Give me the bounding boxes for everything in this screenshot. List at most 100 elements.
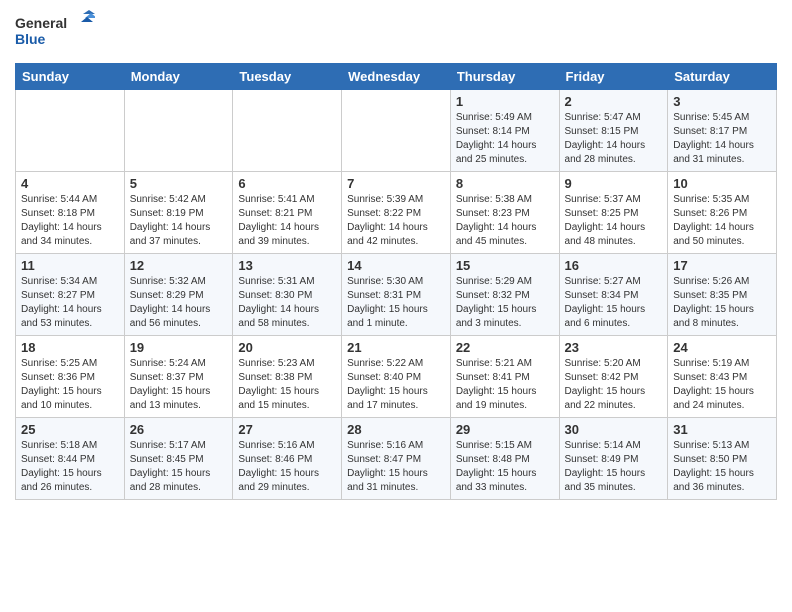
calendar-cell: 19 Sunrise: 5:24 AM Sunset: 8:37 PM Dayli… bbox=[124, 336, 233, 418]
logo: General Blue bbox=[15, 10, 95, 55]
calendar-cell: 31 Sunrise: 5:13 AM Sunset: 8:50 PM Dayli… bbox=[668, 418, 777, 500]
day-number: 31 bbox=[673, 422, 771, 437]
week-row-5: 25 Sunrise: 5:18 AM Sunset: 8:44 PM Dayli… bbox=[16, 418, 777, 500]
day-info: Sunrise: 5:37 AM Sunset: 8:25 PM Dayligh… bbox=[565, 193, 663, 249]
day-info: Sunrise: 5:18 AM Sunset: 8:44 PM Dayligh… bbox=[21, 439, 119, 495]
day-header-monday: Monday bbox=[124, 64, 233, 90]
day-info: Sunrise: 5:35 AM Sunset: 8:26 PM Dayligh… bbox=[673, 193, 771, 249]
day-info: Sunrise: 5:44 AM Sunset: 8:18 PM Dayligh… bbox=[21, 193, 119, 249]
calendar-cell: 22 Sunrise: 5:21 AM Sunset: 8:41 PM Dayli… bbox=[450, 336, 559, 418]
calendar-cell: 29 Sunrise: 5:15 AM Sunset: 8:48 PM Dayli… bbox=[450, 418, 559, 500]
day-info: Sunrise: 5:25 AM Sunset: 8:36 PM Dayligh… bbox=[21, 357, 119, 413]
day-info: Sunrise: 5:49 AM Sunset: 8:14 PM Dayligh… bbox=[456, 111, 554, 167]
day-header-thursday: Thursday bbox=[450, 64, 559, 90]
calendar-cell bbox=[342, 90, 451, 172]
calendar-cell: 26 Sunrise: 5:17 AM Sunset: 8:45 PM Dayli… bbox=[124, 418, 233, 500]
calendar-cell: 11 Sunrise: 5:34 AM Sunset: 8:27 PM Dayli… bbox=[16, 254, 125, 336]
day-number: 28 bbox=[347, 422, 445, 437]
calendar-cell: 14Sunrise: 5:30 AM Sunset: 8:31 PM Dayli… bbox=[342, 254, 451, 336]
calendar-cell: 7 Sunrise: 5:39 AM Sunset: 8:22 PM Daylig… bbox=[342, 172, 451, 254]
calendar-cell: 28 Sunrise: 5:16 AM Sunset: 8:47 PM Dayli… bbox=[342, 418, 451, 500]
day-number: 3 bbox=[673, 94, 771, 109]
day-number: 26 bbox=[130, 422, 228, 437]
day-header-saturday: Saturday bbox=[668, 64, 777, 90]
day-header-tuesday: Tuesday bbox=[233, 64, 342, 90]
calendar-cell: 6Sunrise: 5:41 AM Sunset: 8:21 PM Daylig… bbox=[233, 172, 342, 254]
day-header-sunday: Sunday bbox=[16, 64, 125, 90]
day-info: Sunrise: 5:21 AM Sunset: 8:41 PM Dayligh… bbox=[456, 357, 554, 413]
day-number: 2 bbox=[565, 94, 663, 109]
day-info: Sunrise: 5:23 AM Sunset: 8:38 PM Dayligh… bbox=[238, 357, 336, 413]
calendar-cell: 5 Sunrise: 5:42 AM Sunset: 8:19 PM Daylig… bbox=[124, 172, 233, 254]
calendar-cell: 18 Sunrise: 5:25 AM Sunset: 8:36 PM Dayli… bbox=[16, 336, 125, 418]
day-number: 24 bbox=[673, 340, 771, 355]
calendar-cell: 13Sunrise: 5:31 AM Sunset: 8:30 PM Dayli… bbox=[233, 254, 342, 336]
day-info: Sunrise: 5:42 AM Sunset: 8:19 PM Dayligh… bbox=[130, 193, 228, 249]
day-info: Sunrise: 5:39 AM Sunset: 8:22 PM Dayligh… bbox=[347, 193, 445, 249]
day-number: 21 bbox=[347, 340, 445, 355]
day-number: 12 bbox=[130, 258, 228, 273]
calendar-cell: 16Sunrise: 5:27 AM Sunset: 8:34 PM Dayli… bbox=[559, 254, 668, 336]
day-info: Sunrise: 5:27 AM Sunset: 8:34 PM Dayligh… bbox=[565, 275, 663, 331]
day-number: 23 bbox=[565, 340, 663, 355]
calendar-cell: 1 Sunrise: 5:49 AM Sunset: 8:14 PM Daylig… bbox=[450, 90, 559, 172]
calendar-cell: 8Sunrise: 5:38 AM Sunset: 8:23 PM Daylig… bbox=[450, 172, 559, 254]
day-number: 20 bbox=[238, 340, 336, 355]
calendar-cell: 20 Sunrise: 5:23 AM Sunset: 8:38 PM Dayli… bbox=[233, 336, 342, 418]
calendar-cell bbox=[124, 90, 233, 172]
day-info: Sunrise: 5:29 AM Sunset: 8:32 PM Dayligh… bbox=[456, 275, 554, 331]
day-number: 18 bbox=[21, 340, 119, 355]
day-number: 9 bbox=[565, 176, 663, 191]
calendar-table: SundayMondayTuesdayWednesdayThursdayFrid… bbox=[15, 63, 777, 500]
calendar-cell: 9 Sunrise: 5:37 AM Sunset: 8:25 PM Daylig… bbox=[559, 172, 668, 254]
day-number: 8 bbox=[456, 176, 554, 191]
calendar-cell: 15 Sunrise: 5:29 AM Sunset: 8:32 PM Dayli… bbox=[450, 254, 559, 336]
day-info: Sunrise: 5:14 AM Sunset: 8:49 PM Dayligh… bbox=[565, 439, 663, 495]
day-number: 14 bbox=[347, 258, 445, 273]
day-info: Sunrise: 5:47 AM Sunset: 8:15 PM Dayligh… bbox=[565, 111, 663, 167]
day-number: 7 bbox=[347, 176, 445, 191]
calendar-cell: 10Sunrise: 5:35 AM Sunset: 8:26 PM Dayli… bbox=[668, 172, 777, 254]
day-info: Sunrise: 5:45 AM Sunset: 8:17 PM Dayligh… bbox=[673, 111, 771, 167]
day-number: 5 bbox=[130, 176, 228, 191]
day-number: 30 bbox=[565, 422, 663, 437]
day-info: Sunrise: 5:19 AM Sunset: 8:43 PM Dayligh… bbox=[673, 357, 771, 413]
day-number: 27 bbox=[238, 422, 336, 437]
day-header-friday: Friday bbox=[559, 64, 668, 90]
page-container: General Blue SundayMondayTuesdayWednesda… bbox=[0, 0, 792, 510]
calendar-cell: 17Sunrise: 5:26 AM Sunset: 8:35 PM Dayli… bbox=[668, 254, 777, 336]
svg-text:Blue: Blue bbox=[15, 31, 46, 47]
week-row-4: 18 Sunrise: 5:25 AM Sunset: 8:36 PM Dayli… bbox=[16, 336, 777, 418]
calendar-cell: 21 Sunrise: 5:22 AM Sunset: 8:40 PM Dayli… bbox=[342, 336, 451, 418]
day-info: Sunrise: 5:13 AM Sunset: 8:50 PM Dayligh… bbox=[673, 439, 771, 495]
calendar-cell: 25 Sunrise: 5:18 AM Sunset: 8:44 PM Dayli… bbox=[16, 418, 125, 500]
day-number: 19 bbox=[130, 340, 228, 355]
day-number: 22 bbox=[456, 340, 554, 355]
day-number: 13 bbox=[238, 258, 336, 273]
day-info: Sunrise: 5:20 AM Sunset: 8:42 PM Dayligh… bbox=[565, 357, 663, 413]
day-number: 11 bbox=[21, 258, 119, 273]
calendar-cell: 4Sunrise: 5:44 AM Sunset: 8:18 PM Daylig… bbox=[16, 172, 125, 254]
day-info: Sunrise: 5:22 AM Sunset: 8:40 PM Dayligh… bbox=[347, 357, 445, 413]
calendar-cell: 24 Sunrise: 5:19 AM Sunset: 8:43 PM Dayli… bbox=[668, 336, 777, 418]
calendar-cell bbox=[16, 90, 125, 172]
calendar-cell: 27Sunrise: 5:16 AM Sunset: 8:46 PM Dayli… bbox=[233, 418, 342, 500]
day-number: 15 bbox=[456, 258, 554, 273]
day-info: Sunrise: 5:32 AM Sunset: 8:29 PM Dayligh… bbox=[130, 275, 228, 331]
logo-svg: General Blue bbox=[15, 10, 95, 55]
day-number: 1 bbox=[456, 94, 554, 109]
calendar-cell: 12 Sunrise: 5:32 AM Sunset: 8:29 PM Dayli… bbox=[124, 254, 233, 336]
calendar-cell: 2 Sunrise: 5:47 AM Sunset: 8:15 PM Daylig… bbox=[559, 90, 668, 172]
day-info: Sunrise: 5:15 AM Sunset: 8:48 PM Dayligh… bbox=[456, 439, 554, 495]
day-number: 29 bbox=[456, 422, 554, 437]
day-number: 25 bbox=[21, 422, 119, 437]
day-info: Sunrise: 5:41 AM Sunset: 8:21 PM Dayligh… bbox=[238, 193, 336, 249]
calendar-cell: 3 Sunrise: 5:45 AM Sunset: 8:17 PM Daylig… bbox=[668, 90, 777, 172]
day-info: Sunrise: 5:34 AM Sunset: 8:27 PM Dayligh… bbox=[21, 275, 119, 331]
day-info: Sunrise: 5:17 AM Sunset: 8:45 PM Dayligh… bbox=[130, 439, 228, 495]
day-info: Sunrise: 5:24 AM Sunset: 8:37 PM Dayligh… bbox=[130, 357, 228, 413]
week-row-1: 1 Sunrise: 5:49 AM Sunset: 8:14 PM Daylig… bbox=[16, 90, 777, 172]
day-number: 17 bbox=[673, 258, 771, 273]
week-row-2: 4Sunrise: 5:44 AM Sunset: 8:18 PM Daylig… bbox=[16, 172, 777, 254]
day-info: Sunrise: 5:16 AM Sunset: 8:47 PM Dayligh… bbox=[347, 439, 445, 495]
